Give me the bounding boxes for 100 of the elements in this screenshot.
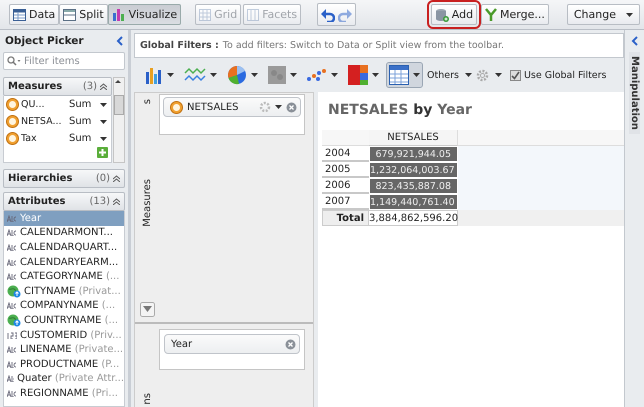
panel-title: Object Picker	[5, 35, 84, 47]
collapse-left-icon[interactable]	[116, 36, 123, 46]
pie-chart-icon	[227, 65, 247, 85]
measure-icon	[6, 98, 19, 111]
measure-name[interactable]: NETSA...	[21, 116, 67, 127]
others-dropdown[interactable]: Others	[427, 70, 472, 80]
add-icon[interactable]	[97, 147, 108, 158]
map-icon	[268, 66, 286, 84]
number-type-icon	[7, 332, 17, 339]
view-tab[interactable]: Data	[9, 4, 60, 25]
facets-icon	[247, 8, 260, 20]
collapse-icon	[113, 198, 120, 205]
collapse-icon	[113, 175, 120, 182]
text-type-icon	[7, 258, 17, 266]
view-tab[interactable]: Visualize	[108, 4, 182, 25]
scrollbar[interactable]	[113, 77, 125, 163]
text-type-icon	[7, 229, 17, 236]
section-header[interactable]: Attributes (13)	[3, 192, 125, 211]
measure-pill[interactable]: NETSALES	[163, 97, 301, 117]
corner-cell	[322, 130, 369, 146]
caret-icon	[413, 73, 420, 77]
caret-icon	[100, 136, 107, 140]
attribute-item[interactable]: CALENDARMONT...	[4, 226, 124, 240]
text-type-icon	[7, 346, 17, 354]
text-type-icon	[7, 214, 17, 222]
text-type-icon	[7, 360, 17, 368]
measure-icon	[170, 100, 183, 114]
collapse-icon	[100, 83, 107, 90]
scrollbar-thumb[interactable]	[114, 95, 124, 115]
use-global-filters-checkbox[interactable]: Use Global Filters	[510, 70, 607, 80]
attribute-item[interactable]: REGIONNAME (Pri...	[4, 386, 124, 401]
attribute-item[interactable]: CATEGORYNAME (...	[4, 269, 124, 284]
dropdown-arrow-icon[interactable]	[275, 105, 282, 109]
global-filters-label: Global Filters :	[140, 40, 219, 51]
measure-icon	[6, 132, 19, 145]
settings-icon	[476, 68, 489, 82]
aggregation-dropdown[interactable]: Sum	[69, 133, 111, 144]
attribute-item[interactable]: CITYNAME (Privat...	[4, 284, 124, 299]
measure-name[interactable]: QU...	[21, 99, 67, 110]
change-button[interactable]: Change	[566, 4, 640, 25]
chart-type-button[interactable]	[386, 62, 423, 88]
aggregation-dropdown[interactable]: Sum	[69, 99, 111, 110]
scroll-up-icon[interactable]	[114, 78, 122, 84]
section-header[interactable]: Measures (3)	[3, 77, 112, 96]
line-chart-icon	[184, 67, 206, 83]
caret-icon	[210, 73, 217, 77]
bar-chart-icon	[112, 8, 126, 21]
text-type-icon	[7, 273, 17, 280]
undo-icon[interactable]	[321, 8, 336, 22]
text-type-icon	[7, 244, 17, 251]
caret-icon	[494, 73, 502, 77]
attribute-item[interactable]: LINENAME (Private...	[4, 342, 124, 357]
caret-icon	[251, 73, 258, 77]
table-icon	[13, 8, 26, 20]
aggregation-dropdown[interactable]: Sum	[69, 116, 111, 127]
table-cell: 1,232,064,003.67	[369, 162, 458, 178]
section-header[interactable]: Hierarchies (0)	[3, 169, 125, 188]
attribute-item[interactable]: CUSTOMERID (Priv...	[4, 328, 124, 342]
split-view-icon	[63, 8, 76, 20]
measure-name[interactable]: Tax	[21, 133, 67, 144]
caret-icon	[100, 120, 107, 124]
text-type-icon	[7, 302, 17, 310]
expand-left-icon[interactable]	[631, 36, 638, 46]
caret-icon	[100, 102, 107, 106]
bar-chart-icon	[145, 66, 163, 84]
globe-icon	[7, 284, 21, 298]
remove-icon[interactable]	[286, 102, 297, 112]
measure-icon	[6, 115, 19, 128]
caret-icon	[290, 73, 297, 77]
merge-icon	[485, 8, 498, 22]
filter-field[interactable]: Filter items	[3, 52, 125, 70]
check-icon	[510, 70, 520, 80]
grid-icon	[199, 8, 212, 20]
caret-icon	[464, 73, 472, 77]
chart-type-button[interactable]	[265, 63, 300, 87]
attribute-item[interactable]: CALENDARYEARM...	[4, 254, 124, 270]
caret-icon	[331, 73, 338, 77]
total-label: Total	[322, 210, 369, 226]
scatter-chart-icon	[307, 68, 327, 82]
attribute-item[interactable]: PRODUCTNAME (P...	[4, 356, 124, 372]
settings-dropdown[interactable]	[476, 68, 502, 82]
attribute-item[interactable]: CALENDARQUART...	[4, 240, 124, 255]
column-header: NETSALES	[369, 130, 458, 146]
table-cell: 679,921,944.05	[369, 146, 458, 162]
text-type-icon	[7, 390, 17, 397]
merge-button[interactable]: Merge...	[481, 4, 549, 25]
attribute-item[interactable]: Quater (Private Attr...	[4, 372, 124, 386]
remove-icon[interactable]	[285, 338, 296, 350]
zone-label: Measures	[142, 179, 152, 227]
attribute-item[interactable]: COUNTRYNAME (...	[4, 313, 124, 328]
attribute-item[interactable]: COMPANYNAME (...	[4, 298, 124, 314]
manipulation-tab[interactable]: Manipulation	[629, 52, 640, 134]
text-type-icon	[7, 375, 14, 382]
treemap-icon	[348, 65, 368, 85]
dimension-pill[interactable]: Year	[164, 334, 300, 354]
collapse-down-icon[interactable]	[140, 302, 154, 317]
chart-type-button[interactable]	[345, 62, 382, 88]
table-cell: 823,435,887.08	[369, 178, 458, 194]
redo-icon[interactable]	[338, 8, 352, 22]
view-tab[interactable]: Split	[59, 4, 108, 25]
